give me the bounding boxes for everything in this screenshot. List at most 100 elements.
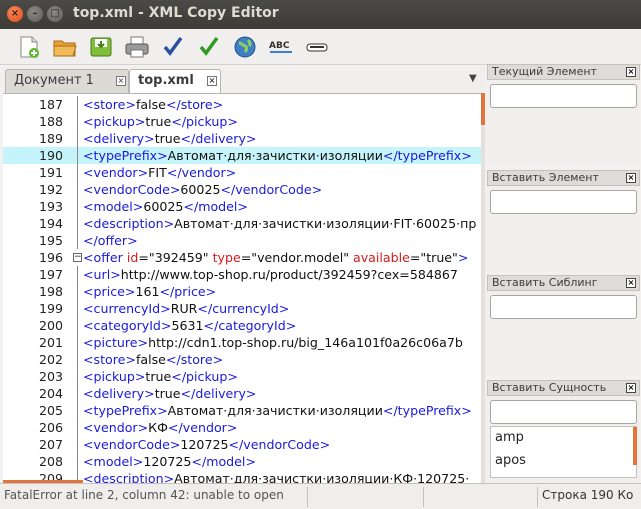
status-divider [537, 487, 538, 507]
close-pane-icon[interactable]: × [626, 278, 636, 288]
code-text: <vendor>КФ</vendor> [83, 420, 238, 435]
code-line[interactable]: 198 <price>161</price> [3, 283, 485, 300]
xslt-button[interactable] [304, 35, 330, 59]
fold-guide [77, 198, 78, 215]
fold-guide [77, 266, 78, 283]
fold-guide [77, 96, 78, 113]
code-text: <delivery>true</delivery> [83, 386, 257, 401]
vertical-scrollbar-thumb[interactable] [481, 93, 485, 125]
close-pane-icon[interactable]: × [626, 173, 636, 183]
minimize-window-button[interactable]: – [27, 6, 43, 22]
code-line[interactable]: 208 <model>120725</model> [3, 453, 485, 470]
insert-element-pane: Вставить Элемент × [487, 170, 640, 270]
code-line[interactable]: 197 <url>http://www.top-shop.ru/product/3… [3, 266, 485, 283]
code-line[interactable]: 190 <typePrefix>Автомат·для·зачистки·изол… [3, 147, 485, 164]
code-line[interactable]: 203 <pickup>true</pickup> [3, 368, 485, 385]
insert-entity-field[interactable] [490, 400, 637, 424]
tab-document-1[interactable]: Документ 1 × [5, 69, 129, 93]
line-number: 203 [38, 369, 63, 384]
close-window-button[interactable]: × [7, 6, 23, 22]
code-line[interactable]: 200 <categoryId>5631</categoryId> [3, 317, 485, 334]
list-item[interactable]: apos [495, 453, 526, 468]
close-pane-icon[interactable]: × [626, 383, 636, 393]
insert-sibling-pane: Вставить Сиблинг × [487, 275, 640, 375]
tab-top-xml[interactable]: top.xml × [129, 69, 221, 93]
line-number: 208 [38, 454, 63, 469]
entity-list-scrollbar[interactable] [633, 427, 637, 465]
tab-list-dropdown-icon[interactable]: ▼ [469, 73, 477, 84]
fold-guide [77, 368, 78, 385]
fold-guide [77, 334, 78, 351]
code-text: <vendorCode>120725</vendorCode> [83, 437, 331, 452]
new-file-button[interactable] [16, 35, 42, 59]
code-line[interactable]: 201 <picture>http://cdn1.top-shop.ru/big_… [3, 334, 485, 351]
code-line[interactable]: 204 <delivery>true</delivery> [3, 385, 485, 402]
save-button[interactable] [88, 35, 114, 59]
line-number: 199 [38, 301, 63, 316]
check-wellformed-button[interactable] [160, 35, 186, 59]
code-line[interactable]: 196 − <offer id="392459" type="vendor.mode… [3, 249, 485, 266]
fold-toggle-icon[interactable]: − [73, 253, 82, 262]
browser-preview-button[interactable] [232, 35, 258, 59]
current-element-pane: Текущий Элемент × [487, 64, 640, 164]
printer-icon [125, 36, 149, 58]
code-line[interactable]: 191 <vendor>FIT</vendor> [3, 164, 485, 181]
code-line[interactable]: 194 <description>Автомат·для·зачистки·изо… [3, 215, 485, 232]
code-text: <typePrefix>Автомат·для·зачистки·изоляци… [83, 403, 472, 418]
folder-open-icon [53, 40, 77, 57]
code-text: <pickup>true</pickup> [83, 369, 238, 384]
spellcheck-button[interactable]: ABC [268, 35, 294, 59]
close-tab-icon[interactable]: × [116, 76, 126, 86]
xslt-icon [306, 43, 328, 52]
validate-button[interactable] [196, 35, 222, 59]
tab-label: top.xml [138, 73, 194, 88]
insert-sibling-field[interactable] [490, 295, 637, 319]
insert-sibling-header: Вставить Сиблинг × [487, 275, 640, 291]
code-editor[interactable]: 187 <store>false</store> 188 <pickup>true</… [3, 93, 485, 483]
fold-guide [77, 232, 78, 249]
code-line[interactable]: 187 <store>false</store> [3, 96, 485, 113]
window-title: top.xml - XML Copy Editor [73, 5, 279, 21]
maximize-window-button[interactable]: □ [47, 6, 63, 22]
fold-guide [77, 317, 78, 334]
insert-entity-pane: Вставить Сущность × amp apos [487, 380, 640, 482]
code-text: <vendor>FIT</vendor> [83, 165, 237, 180]
code-line[interactable]: 206 <vendor>КФ</vendor> [3, 419, 485, 436]
list-item[interactable]: amp [495, 430, 524, 445]
code-line[interactable]: 193 <model>60025</model> [3, 198, 485, 215]
code-line[interactable]: 205 <typePrefix>Автомат·для·зачистки·изол… [3, 402, 485, 419]
code-line[interactable]: 189 <delivery>true</delivery> [3, 130, 485, 147]
vertical-scrollbar[interactable] [481, 93, 485, 483]
tab-label: Документ 1 [14, 73, 94, 88]
code-line[interactable]: 192 <vendorCode>60025</vendorCode> [3, 181, 485, 198]
code-text: <offer id="392459" type="vendor.model" a… [83, 250, 469, 265]
checkmark-blue-icon [163, 36, 183, 56]
code-text: </offer> [83, 233, 138, 248]
entity-list: amp apos [490, 426, 637, 478]
code-text: <store>false</store> [83, 352, 224, 367]
fold-guide [77, 130, 78, 147]
code-line[interactable]: 199 <currencyId>RUR</currencyId> [3, 300, 485, 317]
code-line[interactable]: 207 <vendorCode>120725</vendorCode> [3, 436, 485, 453]
current-element-header: Текущий Элемент × [487, 64, 640, 80]
fold-guide [77, 351, 78, 368]
code-line[interactable]: 188 <pickup>true</pickup> [3, 113, 485, 130]
open-file-button[interactable] [52, 35, 78, 59]
code-text: <typePrefix>Автомат·для·зачистки·изоляци… [83, 148, 472, 163]
close-pane-icon[interactable]: × [626, 67, 636, 77]
save-icon [90, 37, 112, 57]
document-tabs: Документ 1 × top.xml × ▼ [3, 67, 485, 93]
code-line[interactable]: 202 <store>false</store> [3, 351, 485, 368]
code-text: <picture>http://cdn1.top-shop.ru/big_146… [83, 335, 463, 350]
current-element-title: Текущий Элемент [492, 65, 597, 78]
code-line[interactable]: 195 </offer> [3, 232, 485, 249]
code-text: <description>Автомат·для·зачистки·изоляц… [83, 216, 477, 231]
status-bar: FatalError at line 2, column 42: unable … [0, 483, 641, 509]
line-number: 189 [38, 131, 63, 146]
current-element-field[interactable] [490, 84, 637, 108]
insert-element-field[interactable] [490, 190, 637, 214]
line-number: 198 [38, 284, 63, 299]
print-button[interactable] [124, 35, 150, 59]
line-number: 195 [38, 233, 63, 248]
close-tab-icon[interactable]: × [207, 76, 217, 86]
